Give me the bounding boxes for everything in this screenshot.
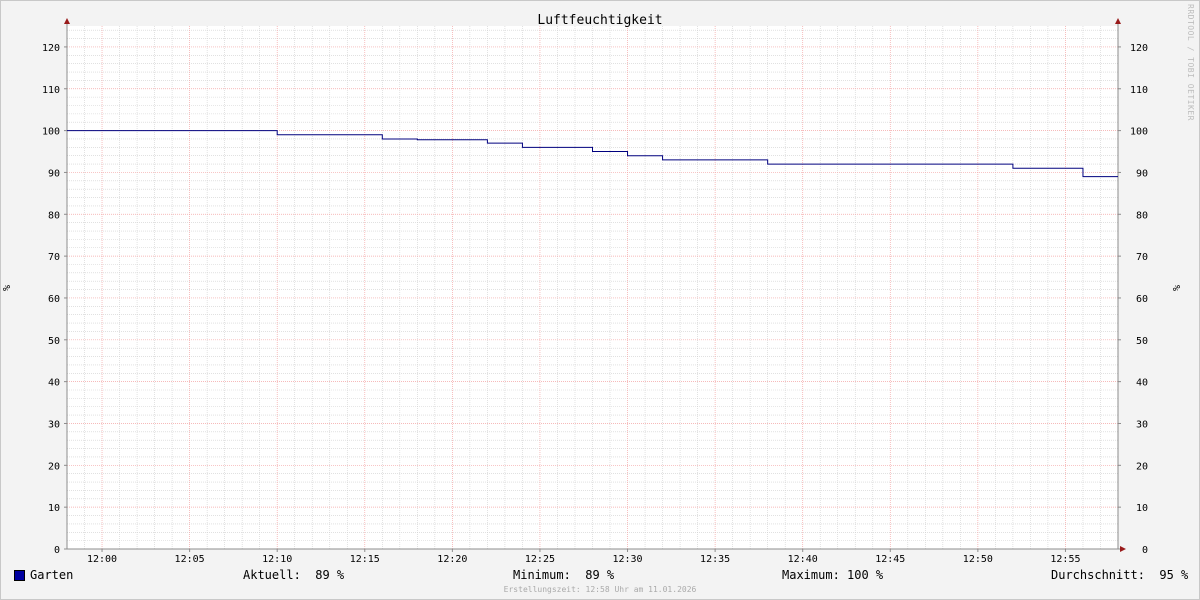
- x-axis-arrow: [1120, 546, 1126, 552]
- y-tick-label-right: 60: [1136, 294, 1148, 305]
- y-tick-label-left: 10: [48, 503, 60, 514]
- y-axis-arrow-right: [1115, 18, 1121, 24]
- rrdtool-watermark: RRDTOOL / TOBI OETIKER: [1186, 4, 1195, 121]
- humidity-chart: 0 0 10 10 20 20 30 30 40 40 50 50 60 60 70 70 80 80 90 90 10…: [2, 13, 1183, 565]
- y-tick-label-right: 110: [1130, 85, 1148, 96]
- y-tick-label-right: 30: [1136, 419, 1148, 430]
- x-tick-label: 12:10: [262, 554, 292, 565]
- x-tick-label: 12:25: [525, 554, 555, 565]
- x-tick-label: 12:05: [175, 554, 205, 565]
- y-tick-label-right: 10: [1136, 503, 1148, 514]
- x-tick-label: 12:00: [87, 554, 117, 565]
- y-tick-label-left: 120: [42, 43, 60, 54]
- legend-series-name: Garten: [30, 568, 74, 582]
- legend-current: Aktuell: 89 %: [243, 568, 345, 582]
- y-tick-label-left: 80: [48, 210, 60, 221]
- y-axis-label-right: %: [1172, 285, 1183, 291]
- y-tick-label-left: 90: [48, 168, 60, 179]
- legend: Garten Aktuell: 89 % Minimum: 89 % Maxim…: [0, 568, 1200, 584]
- y-tick-label-right: 80: [1136, 210, 1148, 221]
- y-tick-label-right: 120: [1130, 43, 1148, 54]
- y-tick-label-right: 40: [1136, 378, 1148, 389]
- y-tick-label-left: 30: [48, 419, 60, 430]
- y-tick-label-left: 0: [54, 545, 60, 556]
- chart-title: Luftfeuchtigkeit: [537, 13, 662, 28]
- y-tick-label-right: 100: [1130, 127, 1148, 138]
- y-tick-label-left: 50: [48, 336, 60, 347]
- y-tick-label-left: 60: [48, 294, 60, 305]
- x-tick-label: 12:20: [437, 554, 467, 565]
- y-tick-label-left: 100: [42, 127, 60, 138]
- x-tick-label: 12:45: [875, 554, 905, 565]
- legend-average: Durchschnitt: 95 %: [1051, 568, 1189, 582]
- y-axis-label-left: %: [2, 285, 13, 291]
- y-tick-label-right: 70: [1136, 252, 1148, 263]
- y-tick-label-right: 0: [1142, 545, 1148, 556]
- y-tick-label-left: 20: [48, 461, 60, 472]
- y-tick-label-right: 90: [1136, 168, 1148, 179]
- x-tick-label: 12:30: [612, 554, 642, 565]
- y-tick-label-left: 70: [48, 252, 60, 263]
- x-tick-label: 12:50: [963, 554, 993, 565]
- x-tick-label: 12:15: [350, 554, 380, 565]
- legend-minimum: Minimum: 89 %: [513, 568, 615, 582]
- y-tick-label-right: 20: [1136, 461, 1148, 472]
- y-tick-label-left: 40: [48, 378, 60, 389]
- x-tick-label: 12:55: [1050, 554, 1080, 565]
- y-tick-label-right: 50: [1136, 336, 1148, 347]
- x-tick-label: 12:35: [700, 554, 730, 565]
- x-tick-label: 12:40: [788, 554, 818, 565]
- legend-maximum: Maximum: 100 %: [782, 568, 884, 582]
- y-tick-label-left: 110: [42, 85, 60, 96]
- y-axis-arrow-left: [64, 18, 70, 24]
- creation-time-footer: Erstellungszeit: 12:58 Uhr am 11.01.2026: [503, 585, 697, 594]
